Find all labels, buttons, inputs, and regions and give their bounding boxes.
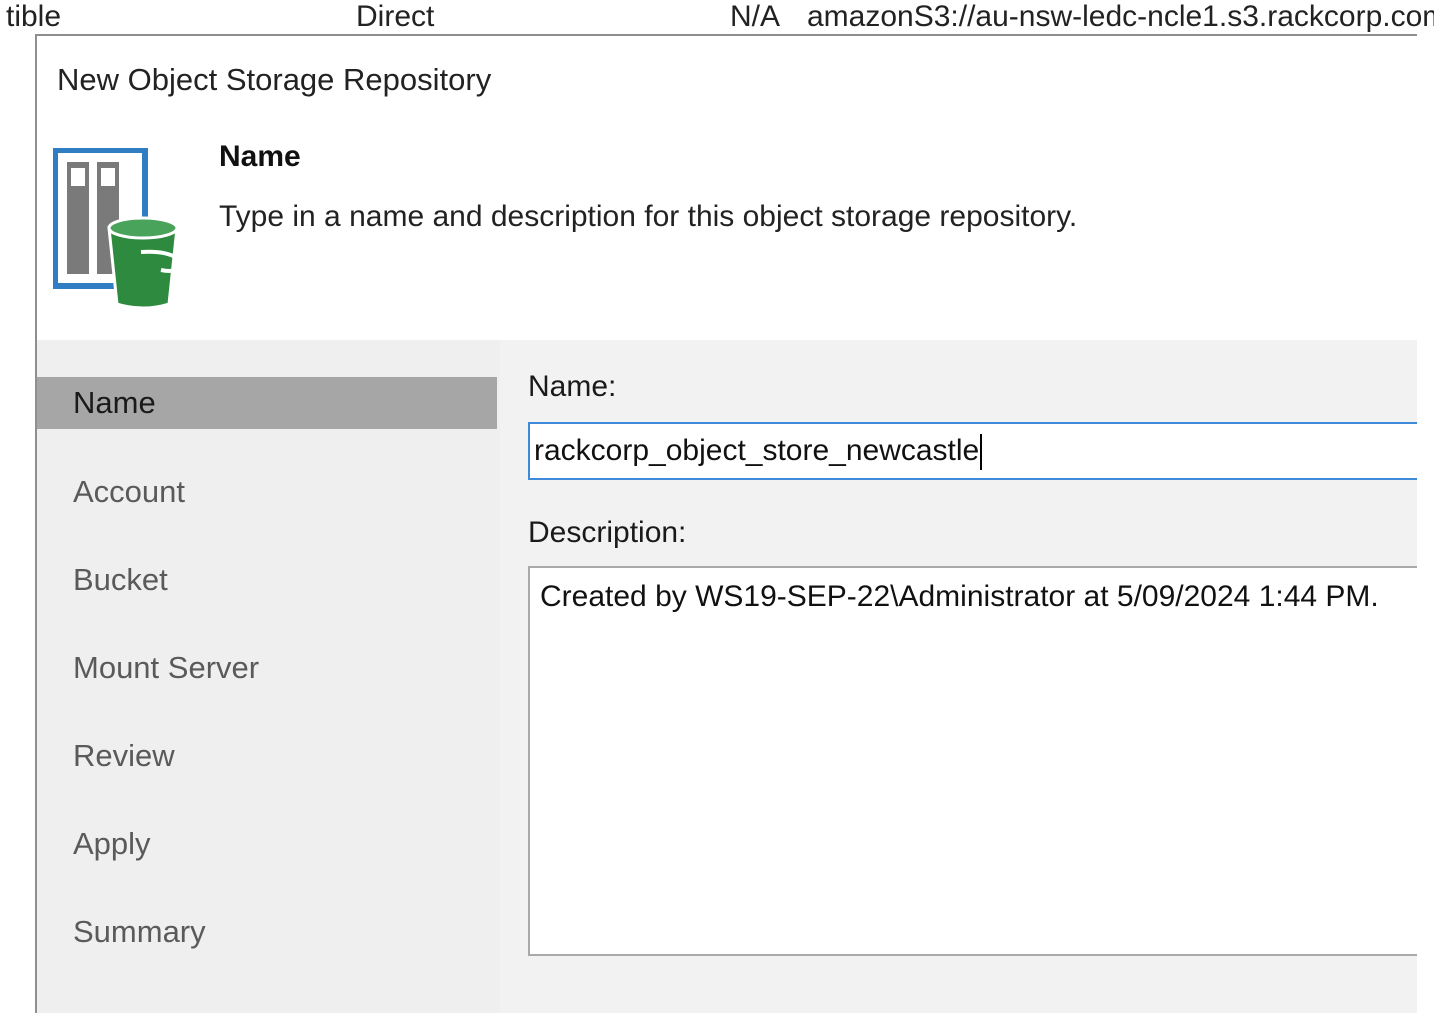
nav-step-mount-server[interactable]: Mount Server xyxy=(37,642,497,694)
step-content-panel: Name: rackcorp_object_store_newcastle De… xyxy=(500,340,1417,1013)
background-repository-row: tible Direct N/A amazonS3://au-nsw-ledc-… xyxy=(0,0,1434,34)
name-input[interactable]: rackcorp_object_store_newcastle xyxy=(528,422,1417,480)
name-input-value: rackcorp_object_store_newcastle xyxy=(534,434,980,467)
name-field-label: Name: xyxy=(528,370,617,403)
nav-step-review[interactable]: Review xyxy=(37,730,497,782)
step-description: Type in a name and description for this … xyxy=(219,200,1078,233)
nav-step-summary[interactable]: Summary xyxy=(37,906,497,958)
dialog-title: New Object Storage Repository xyxy=(57,62,492,97)
text-caret xyxy=(980,434,983,471)
nav-step-bucket[interactable]: Bucket xyxy=(37,554,497,606)
description-field-label: Description: xyxy=(528,516,687,549)
step-heading: Name xyxy=(219,140,301,173)
nav-step-account[interactable]: Account xyxy=(37,466,497,518)
nav-step-name[interactable]: Name xyxy=(37,377,497,429)
description-textarea[interactable]: Created by WS19-SEP-22\Administrator at … xyxy=(528,566,1417,956)
wizard-step-nav: Name Account Bucket Mount Server Review … xyxy=(37,340,500,1013)
background-cell-na: N/A xyxy=(730,0,781,33)
background-cell-endpoint: amazonS3://au-nsw-ledc-ncle1.s3.rackcorp… xyxy=(807,0,1434,33)
object-storage-repository-icon xyxy=(53,148,184,310)
nav-step-apply[interactable]: Apply xyxy=(37,818,497,870)
background-cell-type: tible xyxy=(6,0,62,33)
background-cell-mode: Direct xyxy=(356,0,435,33)
new-object-storage-repository-dialog: New Object Storage Repository Name Type … xyxy=(35,34,1417,1013)
